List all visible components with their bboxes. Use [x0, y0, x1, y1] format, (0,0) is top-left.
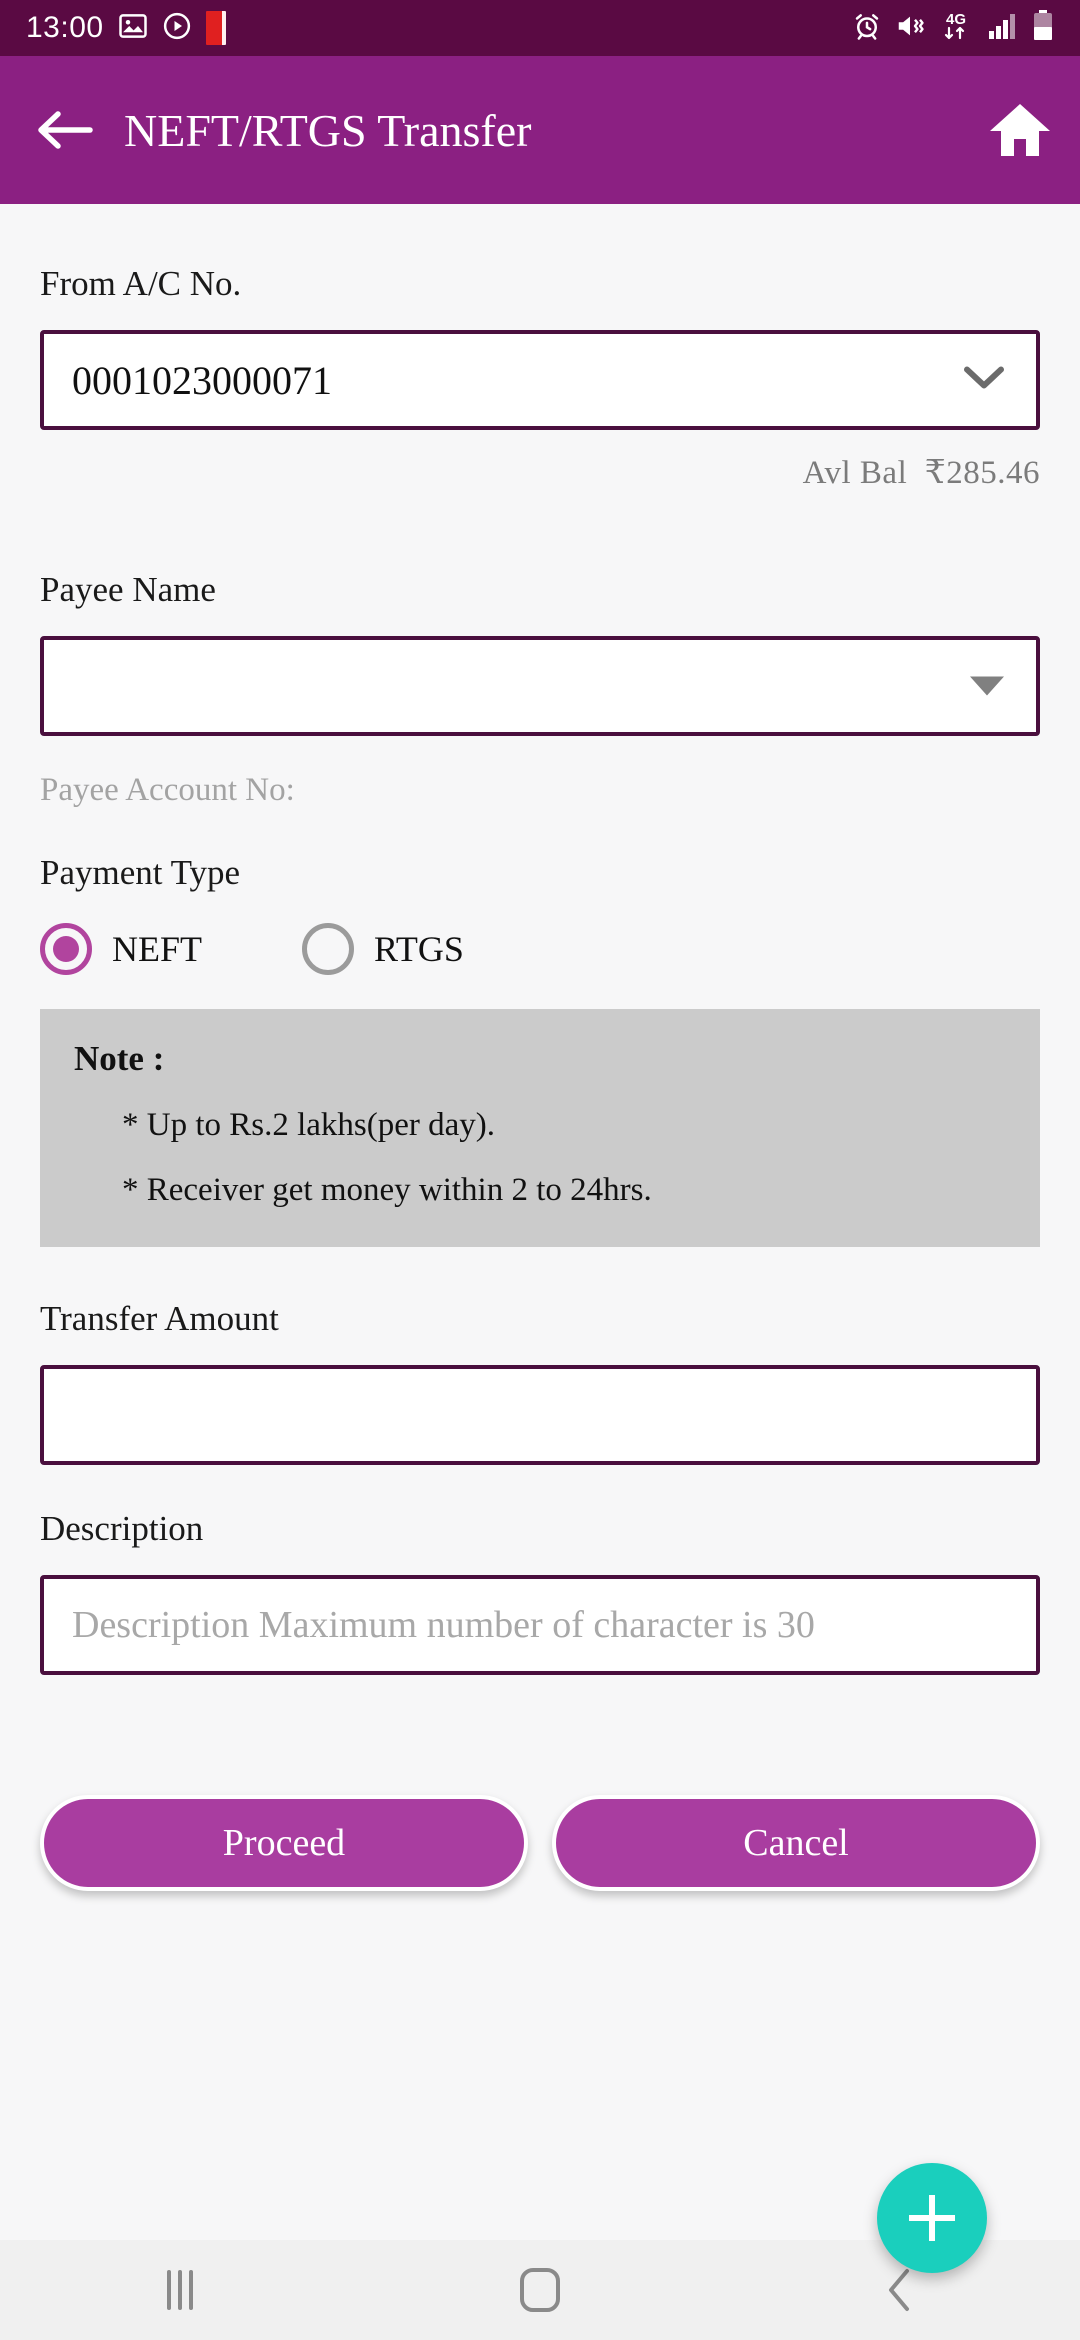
4g-data-icon: 4G [938, 9, 974, 48]
note-line-1: * Up to Rs.2 lakhs(per day). [122, 1107, 496, 1143]
description-placeholder: Description Maximum number of character … [72, 1604, 815, 1646]
add-fab-button[interactable] [877, 2163, 987, 2273]
available-balance-label: Avl Bal [802, 455, 908, 491]
note-line-2: * Receiver get money within 2 to 24hrs. [122, 1172, 652, 1208]
status-time: 13:00 [26, 11, 104, 44]
mute-vibrate-icon [895, 11, 925, 46]
recents-icon [167, 2270, 193, 2310]
back-button[interactable] [28, 108, 102, 152]
red-app-icon [205, 11, 226, 45]
from-account-value: 0001023000071 [72, 357, 332, 403]
play-circle-icon [162, 11, 192, 46]
from-account-label: From A/C No. [40, 264, 242, 303]
radio-neft[interactable]: NEFT [40, 923, 202, 975]
home-button[interactable] [978, 101, 1052, 159]
radio-rtgs-button[interactable] [302, 923, 354, 975]
from-account-select[interactable]: 0001023000071 [40, 330, 1040, 430]
payee-name-select[interactable] [40, 636, 1040, 736]
plus-icon [909, 2195, 955, 2241]
signal-icon [987, 11, 1019, 46]
radio-neft-label: NEFT [112, 929, 202, 969]
nav-home-button[interactable] [450, 2268, 630, 2312]
transfer-amount-label: Transfer Amount [40, 1299, 279, 1338]
status-bar: 13:00 4G [0, 0, 1080, 56]
note-box: Note : * Up to Rs.2 lakhs(per day). * Re… [40, 1009, 1040, 1247]
page-title: NEFT/RTGS Transfer [124, 104, 532, 156]
chevron-left-icon [889, 2269, 909, 2311]
payee-account-label: Payee Account No: [40, 772, 295, 808]
radio-rtgs-label: RTGS [374, 929, 464, 969]
payment-type-radio-group: NEFT RTGS [40, 923, 1040, 975]
arrow-left-icon [38, 111, 93, 149]
cancel-button[interactable]: Cancel [552, 1795, 1040, 1891]
battery-icon [1032, 9, 1054, 47]
chevron-down-icon [962, 364, 1006, 397]
payee-name-label: Payee Name [40, 570, 216, 609]
app-bar: NEFT/RTGS Transfer [0, 56, 1080, 204]
proceed-button[interactable]: Proceed [40, 1795, 528, 1891]
nav-recents-button[interactable] [90, 2270, 270, 2310]
home-icon [990, 104, 1050, 156]
transfer-amount-input[interactable] [40, 1365, 1040, 1465]
radio-neft-button[interactable] [40, 923, 92, 975]
svg-text:4G: 4G [946, 11, 966, 28]
description-input[interactable]: Description Maximum number of character … [40, 1575, 1040, 1675]
nav-back-button[interactable] [810, 2266, 990, 2314]
status-bar-right: 4G [852, 9, 1054, 48]
triangle-down-icon [970, 676, 1004, 696]
available-balance-amount: ₹285.46 [924, 455, 1040, 491]
radio-rtgs[interactable]: RTGS [302, 923, 464, 975]
payment-type-label: Payment Type [40, 853, 241, 892]
home-square-icon [520, 2268, 560, 2312]
note-title: Note : [74, 1039, 165, 1078]
status-bar-left: 13:00 [26, 11, 226, 46]
description-label: Description [40, 1509, 204, 1548]
action-buttons: Proceed Cancel [40, 1795, 1040, 1891]
alarm-icon [852, 11, 882, 46]
form-content: From A/C No. 0001023000071 Avl Bal ₹285.… [0, 204, 1080, 2340]
available-balance: Avl Bal ₹285.46 [40, 452, 1040, 492]
gallery-icon [118, 11, 148, 46]
